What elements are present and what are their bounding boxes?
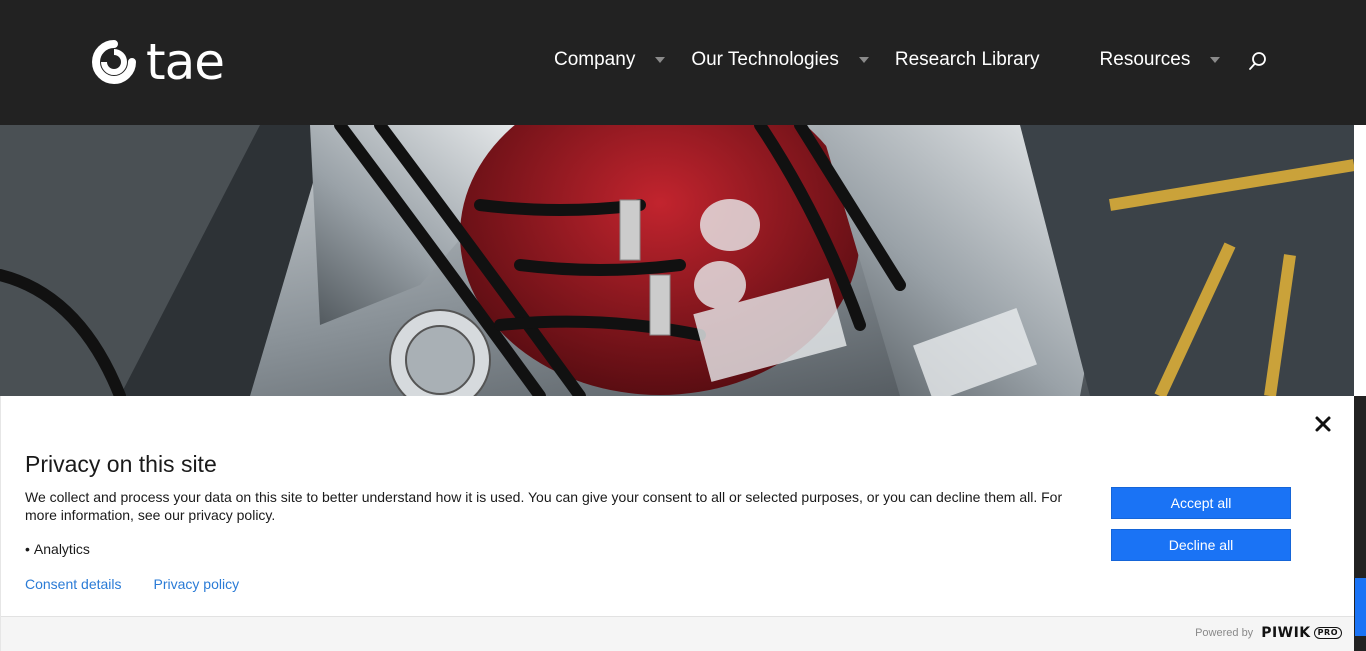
piwik-pro-badge: PRO	[1313, 627, 1342, 639]
nav-resources[interactable]: Resources	[1100, 49, 1247, 71]
consent-footer: Powered by PIWIK PRO	[1, 616, 1354, 651]
nav-our-technologies[interactable]: Our Technologies	[691, 49, 895, 71]
privacy-policy-link[interactable]: Privacy policy	[154, 576, 240, 592]
consent-links: Consent details Privacy policy	[25, 576, 239, 592]
nav-company-label: Company	[554, 49, 636, 70]
nav-company[interactable]: Company	[554, 49, 691, 71]
privacy-consent-banner: Privacy on this site We collect and proc…	[0, 396, 1354, 651]
main-nav: Company Our Technologies Research Librar…	[554, 44, 1246, 76]
nav-research-library[interactable]: Research Library	[895, 49, 1040, 71]
consent-purpose-list: Analytics	[25, 541, 90, 557]
close-icon[interactable]	[1314, 415, 1332, 433]
chevron-down-icon	[858, 57, 869, 63]
hero-scroll-gap	[1354, 125, 1366, 396]
accept-all-button[interactable]: Accept all	[1111, 487, 1291, 519]
purpose-analytics: Analytics	[25, 541, 90, 557]
nav-resources-label: Resources	[1099, 49, 1191, 70]
consent-details-link[interactable]: Consent details	[25, 576, 122, 592]
consent-description: We collect and process your data on this…	[25, 489, 1063, 523]
powered-by-label: Powered by	[1195, 627, 1254, 639]
nav-research-library-label: Research Library	[894, 49, 1040, 70]
chevron-down-icon	[655, 57, 666, 63]
logo-text: tae	[146, 33, 225, 91]
logo[interactable]: tae	[92, 33, 225, 91]
logo-mark-icon	[92, 40, 136, 84]
hero-image	[0, 125, 1354, 396]
consent-title: Privacy on this site	[25, 451, 217, 477]
chevron-down-icon	[1210, 57, 1221, 63]
powered-by: Powered by PIWIK PRO	[1195, 625, 1342, 641]
side-feedback-tab[interactable]	[1355, 578, 1366, 636]
piwik-brand: PIWIK	[1261, 625, 1311, 641]
hero-machinery-illustration	[0, 125, 1354, 396]
site-header: tae Company Our Technologies Research Li…	[0, 0, 1366, 125]
decline-all-button[interactable]: Decline all	[1111, 529, 1291, 561]
search-icon[interactable]	[1248, 51, 1268, 71]
piwik-pro-logo[interactable]: PIWIK PRO	[1261, 625, 1342, 641]
nav-our-technologies-label: Our Technologies	[691, 49, 839, 70]
